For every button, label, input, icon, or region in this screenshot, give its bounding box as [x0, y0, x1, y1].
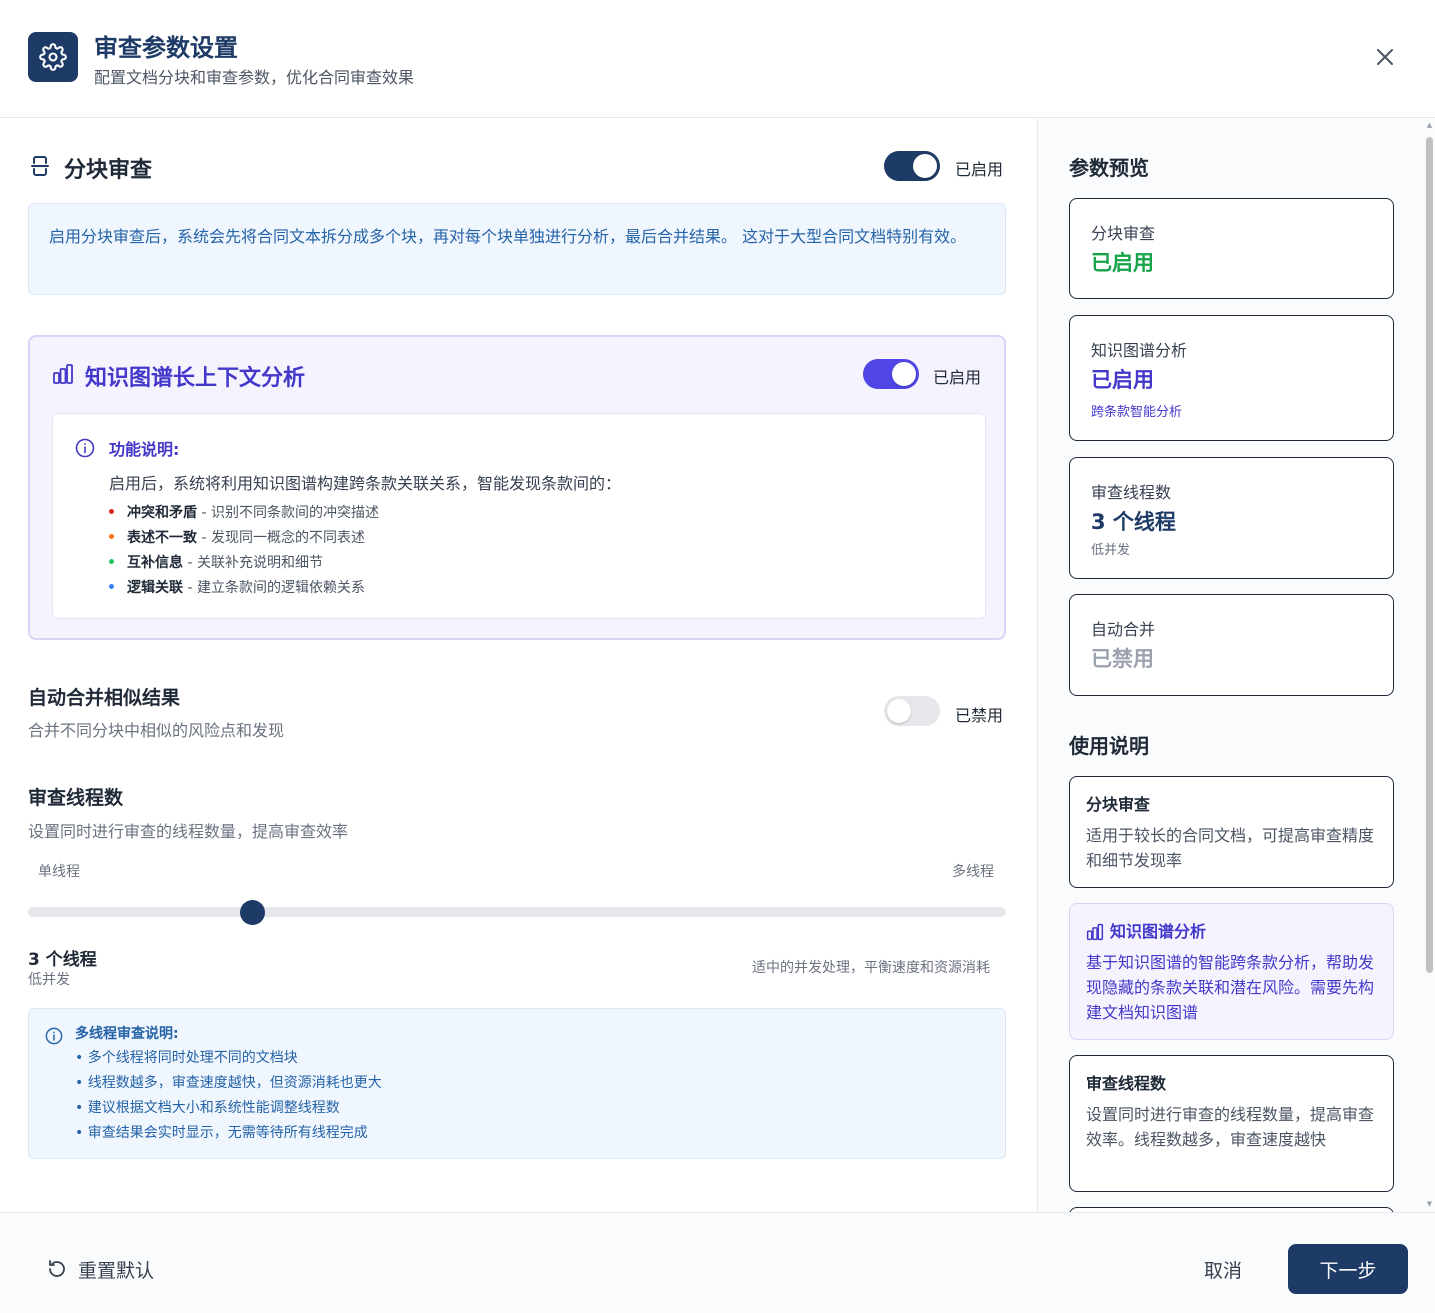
- dialog-header: 审查参数设置 配置文档分块和审查参数，优化合同审查效果: [0, 0, 1435, 118]
- chunk-review-info: 启用分块审查后，系统会先将合同文本拆分成多个块，再对每个块单独进行分析，最后合并…: [28, 203, 1006, 295]
- preview-card-threads: 审查线程数 3 个线程 低并发: [1069, 457, 1394, 579]
- settings-panel: 分块审查 已启用 启用分块审查后，系统会先将合同文本拆分成多个块，再对每个块单独…: [0, 119, 1037, 1212]
- threads-hint: 适中的并发处理，平衡速度和资源消耗: [752, 960, 990, 976]
- knowledge-graph-card: 知识图谱长上下文分析 已启用 功能说明: 启用后，系统将利用知识图谱构建跨条款关…: [28, 335, 1006, 640]
- preview-card-chunk: 分块审查 已启用: [1069, 198, 1394, 299]
- reset-icon: [49, 1260, 65, 1277]
- list-item: • 审查结果会实时显示，无需等待所有线程完成: [75, 1125, 368, 1141]
- preview-label: 审查线程数: [1091, 483, 1172, 502]
- threads-slider-track[interactable]: [28, 907, 1006, 917]
- close-icon: [1377, 49, 1393, 65]
- auto-merge-toggle[interactable]: [884, 696, 940, 726]
- usage-heading: 使用说明: [1069, 734, 1149, 758]
- dialog-subtitle: 配置文档分块和审查参数，优化合同审查效果: [94, 68, 415, 87]
- preview-card-merge: 自动合并 已禁用: [1069, 594, 1394, 696]
- scroll-down-icon[interactable]: ▼: [1426, 1201, 1433, 1208]
- bullet-dot: [109, 509, 114, 514]
- preview-value: 已禁用: [1091, 647, 1154, 671]
- threads-info-title: 多线程审查说明:: [75, 1026, 179, 1042]
- scroll-up-icon[interactable]: ▲: [1426, 122, 1433, 129]
- preview-heading: 参数预览: [1069, 156, 1149, 180]
- preview-value: 已启用: [1091, 251, 1154, 275]
- preview-value: 3 个线程: [1091, 510, 1176, 534]
- usage-card-title: 审查线程数: [1086, 1074, 1167, 1093]
- list-item: 表述不一致 - 发现同一概念的不同表述: [109, 527, 379, 552]
- toggle-knob: [887, 699, 911, 723]
- list-item: 逻辑关联 - 建立条款间的逻辑依赖关系: [109, 577, 379, 602]
- threads-info-list: • 多个线程将同时处理不同的文档块 • 线程数越多，审查速度越快，但资源消耗也更…: [75, 1047, 382, 1147]
- next-step-button[interactable]: 下一步: [1288, 1244, 1408, 1294]
- knowledge-graph-status: 已启用: [933, 368, 982, 387]
- auto-merge-status: 已禁用: [955, 706, 1004, 725]
- info-icon: [45, 1027, 63, 1045]
- dialog-title: 审查参数设置: [94, 34, 238, 62]
- usage-card-chunk: 分块审查 适用于较长的合同文档，可提高审查精度和细节发现率: [1069, 776, 1394, 888]
- feature-desc-text: 启用后，系统将利用知识图谱构建跨条款关联关系，智能发现条款间的：: [109, 474, 622, 493]
- threads-slider-handle[interactable]: [240, 900, 266, 925]
- usage-card-title: 知识图谱分析: [1086, 918, 1377, 946]
- feature-desc-title: 功能说明:: [109, 440, 180, 459]
- chunk-review-toggle[interactable]: [884, 151, 940, 181]
- threads-info-box: 多线程审查说明: • 多个线程将同时处理不同的文档块 • 线程数越多，审查速度越…: [28, 1008, 1006, 1159]
- sidebar-scrollbar[interactable]: ▲ ▼: [1424, 119, 1435, 1212]
- preview-label: 分块审查: [1091, 224, 1156, 243]
- scrollbar-thumb[interactable]: [1426, 137, 1433, 973]
- bullet-dot: [109, 584, 114, 589]
- preview-note: 低并发: [1091, 543, 1131, 558]
- list-item: • 建议根据文档大小和系统性能调整线程数: [75, 1100, 340, 1116]
- threads-desc: 设置同时进行审查的线程数量，提高审查效率: [28, 822, 349, 841]
- threads-title: 审查线程数: [28, 787, 124, 809]
- knowledge-graph-description: 功能说明: 启用后，系统将利用知识图谱构建跨条款关联关系，智能发现条款间的： 冲…: [52, 413, 986, 619]
- usage-card-desc: 适用于较长的合同文档，可提高审查精度和细节发现率: [1086, 826, 1375, 870]
- toggle-knob: [913, 154, 937, 178]
- preview-note: 跨条款智能分析: [1091, 405, 1183, 420]
- knowledge-graph-toggle[interactable]: [863, 359, 919, 389]
- list-item: 冲突和矛盾 - 识别不同条款间的冲突描述: [109, 502, 379, 527]
- threads-level: 低并发: [28, 972, 70, 988]
- usage-card-title: 分块审查: [1086, 795, 1151, 814]
- chunk-review-status: 已启用: [955, 160, 1004, 179]
- bullet-dot: [109, 534, 114, 539]
- close-button[interactable]: [1370, 42, 1400, 72]
- auto-merge-title: 自动合并相似结果: [28, 687, 181, 709]
- usage-card-desc: 设置同时进行审查的线程数量，提高审查效率。线程数越多，审查速度越快: [1086, 1105, 1375, 1149]
- reset-default-button[interactable]: 重置默认: [46, 1255, 154, 1283]
- feature-list: 冲突和矛盾 - 识别不同条款间的冲突描述 表述不一致 - 发现同一概念的不同表述…: [109, 502, 379, 602]
- preview-value: 已启用: [1091, 368, 1154, 392]
- preview-card-kg: 知识图谱分析 已启用 跨条款智能分析: [1069, 315, 1394, 441]
- slider-min-label: 单线程: [38, 864, 80, 880]
- bullet-dot: [109, 559, 114, 564]
- toggle-knob: [892, 362, 916, 386]
- preview-sidebar: 参数预览 分块审查 已启用 知识图谱分析 已启用 跨条款智能分析 审查线程数 3…: [1037, 119, 1435, 1212]
- threads-value: 3 个线程: [28, 950, 97, 970]
- bar-chart-icon: [1086, 923, 1104, 941]
- usage-card-kg: 知识图谱分析 基于知识图谱的智能跨条款分析，帮助发现隐藏的条款关联和潜在风险。需…: [1069, 903, 1394, 1040]
- list-item: • 多个线程将同时处理不同的文档块: [75, 1050, 298, 1066]
- info-icon: [75, 438, 95, 458]
- list-item: 互补信息 - 关联补充说明和细节: [109, 552, 379, 577]
- preview-label: 自动合并: [1091, 620, 1156, 639]
- usage-card-desc: 基于知识图谱的智能跨条款分析，帮助发现隐藏的条款关联和潜在风险。需要先构建文档知…: [1086, 953, 1375, 1022]
- dialog-footer: 重置默认 取消 下一步: [0, 1212, 1435, 1313]
- reset-default-label: 重置默认: [78, 1259, 155, 1282]
- split-icon: [30, 155, 50, 177]
- cancel-button[interactable]: 取消: [1190, 1251, 1256, 1287]
- gear-icon: [28, 32, 78, 82]
- auto-merge-desc: 合并不同分块中相似的风险点和发现: [28, 721, 285, 740]
- slider-max-label: 多线程: [952, 864, 994, 880]
- knowledge-graph-title: 知识图谱长上下文分析: [85, 366, 306, 391]
- preview-label: 知识图谱分析: [1091, 341, 1188, 360]
- chunk-review-title: 分块审查: [64, 158, 153, 183]
- list-item: • 线程数越多，审查速度越快，但资源消耗也更大: [75, 1075, 382, 1091]
- usage-card-threads: 审查线程数 设置同时进行审查的线程数量，提高审查效率。线程数越多，审查速度越快: [1069, 1055, 1394, 1192]
- bar-chart-icon: [52, 363, 74, 385]
